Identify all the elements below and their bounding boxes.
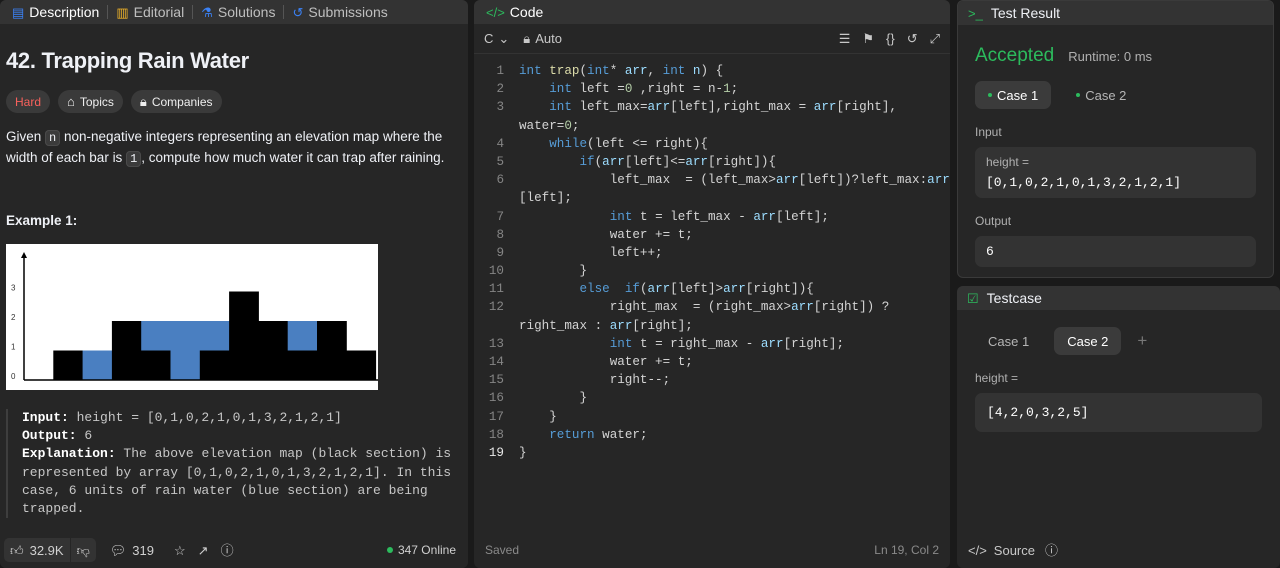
testcase-header: ☑ Testcase xyxy=(957,286,1280,310)
verdict: Accepted xyxy=(975,45,1055,66)
cursor-position: Ln 19, Col 2 xyxy=(874,543,939,557)
companies-chip[interactable]: 🔒︎ Companies xyxy=(130,90,222,113)
format-icon[interactable]: ☰ xyxy=(839,32,851,45)
share-icon: ↗ xyxy=(197,542,209,558)
lock-icon: 🔒︎ xyxy=(139,94,147,109)
problem-title[interactable]: 42. Trapping Rain Water xyxy=(6,48,462,74)
editor-status-bar: Saved Ln 19, Col 2 xyxy=(474,532,950,568)
y-tick-label: 3 xyxy=(11,284,16,293)
output-value-box: 6 xyxy=(975,236,1256,267)
difficulty-badge: Hard xyxy=(6,90,51,113)
save-status: Saved xyxy=(485,543,520,557)
code-header: </> Code xyxy=(474,0,950,24)
code-toolbar: C ⌄ 🔒︎ Auto ☰ ⚑ {} ↺ ⤢ xyxy=(474,24,950,54)
topics-chip[interactable]: ⌂ Topics xyxy=(58,90,123,113)
testcase-footer: </> Source ⓘ xyxy=(957,532,1280,568)
favorite-button[interactable]: ☆ xyxy=(168,538,192,562)
help-button[interactable]: ⓘ xyxy=(215,538,240,562)
description-tabs: ▤ Description ▥ Editorial ⚗ Solutions ↺ … xyxy=(0,0,468,24)
input-value-box: height = [0,1,0,2,1,0,1,3,2,1,2,1] xyxy=(975,147,1256,198)
y-axis-arrow-icon xyxy=(21,252,27,258)
elevation-bar xyxy=(317,321,347,380)
testcase-input[interactable]: [4,2,0,3,2,5] xyxy=(975,393,1262,432)
test-result-panel: >_ Test Result Accepted Runtime: 0 ms Ca… xyxy=(957,0,1274,278)
lock-icon: 🔒︎ xyxy=(523,31,531,46)
thumbs-down-icon: 👎︎ xyxy=(76,542,90,558)
water-bar xyxy=(287,321,318,351)
history-icon: ↺ xyxy=(292,4,304,20)
elevation-bar xyxy=(346,350,377,380)
help-icon[interactable]: ⓘ xyxy=(1045,544,1058,557)
expand-icon[interactable]: ⤢ xyxy=(930,32,940,45)
elevation-bar xyxy=(229,291,259,380)
y-tick-label: 2 xyxy=(11,313,16,322)
output-label: Output xyxy=(975,214,1012,228)
result-case-1-tab[interactable]: Case 1 xyxy=(975,81,1052,109)
like-button[interactable]: 👍︎ 32.9K xyxy=(4,538,70,562)
testcase-case-2-tab[interactable]: Case 2 xyxy=(1054,327,1122,355)
tab-editorial[interactable]: ▥ Editorial xyxy=(108,0,192,24)
code-panel: </> Code C ⌄ 🔒︎ Auto ☰ ⚑ {} ↺ ⤢ 1 int tra… xyxy=(474,0,950,568)
tab-code[interactable]: </> Code xyxy=(478,0,551,24)
elevation-bar xyxy=(199,350,230,380)
water-bar xyxy=(141,321,171,351)
problem-description: Given n non-negative integers representi… xyxy=(6,129,445,167)
braces-icon[interactable]: {} xyxy=(886,32,895,45)
description-icon: ▤ xyxy=(12,4,25,20)
source-button[interactable]: Source xyxy=(994,543,1035,558)
test-result-header: >_ Test Result xyxy=(958,1,1273,25)
elevation-bar xyxy=(258,321,289,380)
code-editor[interactable]: 1 int trap(int* arr, int n) { 2 int left … xyxy=(474,54,950,462)
dislike-button[interactable]: 👎︎ xyxy=(70,538,96,562)
code-icon: </> xyxy=(968,542,987,558)
testcase-case-1-tab[interactable]: Case 1 xyxy=(975,327,1042,355)
example-title: Example 1: xyxy=(6,213,78,228)
testcase-panel: ☑ Testcase Case 1 Case 2 + height = [4,2… xyxy=(957,286,1280,568)
thumbs-up-icon: 👍︎ xyxy=(10,542,24,558)
water-bar xyxy=(199,321,230,351)
code-icon: </> xyxy=(486,4,505,20)
pass-dot-icon xyxy=(1076,93,1081,97)
elevation-bar xyxy=(53,350,84,380)
description-panel: ▤ Description ▥ Editorial ⚗ Solutions ↺ … xyxy=(0,0,468,568)
water-bar xyxy=(170,321,201,380)
online-dot-icon xyxy=(386,547,393,553)
elevation-bar xyxy=(141,350,171,380)
flask-icon: ⚗ xyxy=(201,4,213,20)
description-footer: 👍︎ 32.9K 👎︎ 💬︎ 319 ☆ ↗ ⓘ 347 Online xyxy=(0,532,468,568)
pass-dot-icon xyxy=(988,93,992,97)
tab-description[interactable]: ▤ Description xyxy=(4,0,107,24)
tag-icon: ⌂ xyxy=(67,94,75,109)
auto-mode[interactable]: 🔒︎ Auto xyxy=(523,31,562,46)
runtime: Runtime: 0 ms xyxy=(1068,49,1153,64)
comments-button[interactable]: 💬︎ 319 xyxy=(104,538,160,562)
y-tick-label: 1 xyxy=(11,343,16,352)
tab-submissions[interactable]: ↺ Submissions xyxy=(284,0,395,24)
online-count: 347 Online xyxy=(386,543,464,557)
terminal-icon: >_ xyxy=(968,5,983,21)
inline-code-1: 1 xyxy=(126,151,142,167)
add-testcase-button[interactable]: + xyxy=(1133,327,1151,355)
param-label: height = xyxy=(975,371,1019,385)
y-tick-label: 0 xyxy=(11,372,16,381)
reset-icon[interactable]: ↺ xyxy=(907,32,918,45)
book-icon: ▥ xyxy=(116,4,129,20)
elevation-bar xyxy=(287,350,318,380)
example-block: Input: height = [0,1,0,2,1,0,1,3,2,1,2,1… xyxy=(6,409,462,519)
elevation-bar xyxy=(111,321,142,380)
tab-solutions[interactable]: ⚗ Solutions xyxy=(193,0,283,24)
language-select[interactable]: C ⌄ xyxy=(484,31,509,46)
checkbox-icon: ☑ xyxy=(967,290,979,306)
comment-icon: 💬︎ xyxy=(109,542,127,558)
elevation-map-chart: 0 1 2 3 xyxy=(6,244,378,390)
input-label: Input xyxy=(975,125,1002,139)
chevron-down-icon: ⌄ xyxy=(498,31,510,46)
inline-code-n: n xyxy=(45,130,61,146)
bookmark-icon[interactable]: ⚑ xyxy=(862,32,874,45)
help-icon: ⓘ xyxy=(220,542,234,558)
star-icon: ☆ xyxy=(174,542,186,558)
result-case-2-tab[interactable]: Case 2 xyxy=(1063,81,1139,109)
share-button[interactable]: ↗ xyxy=(192,538,215,562)
water-bar xyxy=(82,350,113,380)
